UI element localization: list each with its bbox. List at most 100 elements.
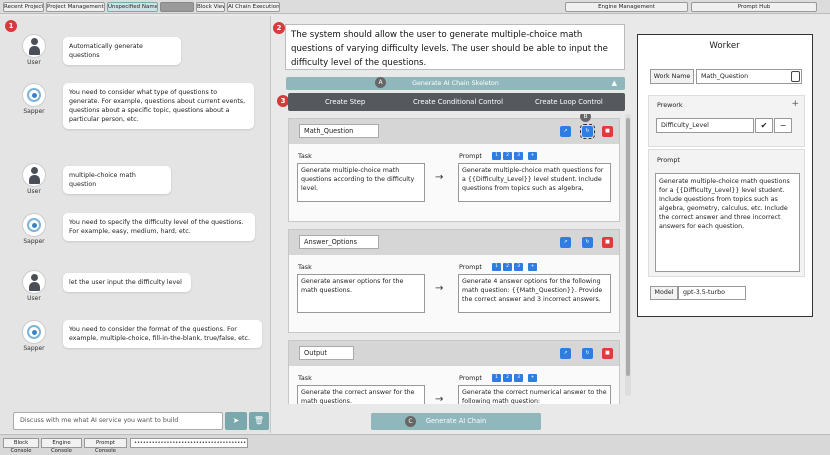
prework-label: Prework — [657, 101, 683, 109]
step-name[interactable]: Math_Question — [299, 124, 379, 138]
prompt-hub-button[interactable]: Prompt Hub — [691, 2, 817, 12]
role-label: Sapper — [23, 108, 45, 115]
prompt-tab[interactable]: 1 — [492, 152, 501, 160]
prompt-tab[interactable]: 3 — [514, 152, 523, 160]
arrow-right-icon: → — [435, 172, 444, 183]
user-avatar — [22, 34, 46, 58]
engine-console-button[interactable]: Engine Console — [41, 438, 82, 454]
add-prompt-button[interactable]: + — [528, 374, 537, 382]
worker-prompt-label: Prompt — [657, 156, 680, 164]
marker-c: C — [405, 416, 416, 427]
user-avatar — [22, 270, 46, 294]
work-name-input[interactable]: Math_Question — [696, 69, 802, 84]
prompt-tab[interactable]: 3 — [514, 263, 523, 271]
chat-message: let the user input the difficulty level — [63, 273, 191, 292]
arrow-right-icon: → — [435, 283, 444, 294]
prompt-tab[interactable]: 1 — [492, 374, 501, 382]
task-input[interactable]: Generate the correct answer for the math… — [297, 385, 425, 404]
recent-projects-button[interactable]: Recent Projects — [3, 2, 44, 12]
task-label: Task — [298, 152, 312, 160]
work-name-label: Work Name — [650, 69, 694, 84]
role-label: User — [27, 188, 41, 195]
chevron-up-icon: ▲ — [611, 79, 617, 87]
prompt-console-button[interactable]: Prompt Console — [84, 438, 127, 454]
skeleton-label: Generate AI Chain Skeleton — [412, 80, 499, 87]
role-label: User — [27, 295, 41, 302]
prompt-tab[interactable]: 2 — [503, 263, 512, 271]
ai-chain-execution-menu[interactable]: AI Chain Execution ▾ — [227, 2, 280, 12]
user-avatar — [22, 163, 46, 187]
create-step-button[interactable]: Create Step — [325, 93, 365, 111]
sapper-avatar — [22, 213, 46, 237]
engine-management-button[interactable]: Engine Management — [565, 2, 688, 12]
add-prompt-button[interactable]: + — [528, 152, 537, 160]
minus-icon[interactable]: − — [774, 118, 792, 133]
steps-list[interactable]: Math_Question ↗ ↻ ■ B Task Generate mult… — [288, 114, 632, 404]
marker-a: A — [375, 77, 386, 88]
prompt-input[interactable]: Generate 4 answer options for the follow… — [458, 274, 611, 313]
sapper-avatar — [22, 83, 46, 107]
task-label: Task — [298, 263, 312, 271]
requirement-text[interactable]: The system should allow the user to gene… — [285, 24, 625, 70]
step-delete-button[interactable]: ■ — [602, 237, 613, 248]
task-input[interactable]: Generate answer options for the math que… — [297, 274, 425, 313]
chat-input[interactable]: Discuss with me what AI service you want… — [13, 412, 223, 430]
control-bar: Create Step Create Conditional Control C… — [288, 93, 625, 111]
create-conditional-button[interactable]: Create Conditional Control — [413, 93, 503, 111]
prompt-input[interactable]: Generate multiple-choice math questions … — [458, 163, 611, 202]
prompt-label: Prompt — [459, 152, 482, 160]
steps-scrollbar[interactable] — [625, 114, 631, 396]
prompt-tab[interactable]: 1 — [492, 263, 501, 271]
step-view-button[interactable]: ↗ — [560, 348, 571, 359]
marker-1: 1 — [5, 20, 17, 32]
create-loop-button[interactable]: Create Loop Control — [535, 93, 603, 111]
model-select[interactable]: gpt-3.5-turbo — [678, 286, 746, 300]
generate-skeleton-button[interactable]: Generate AI Chain Skeleton ▲ — [286, 77, 625, 90]
api-key-field[interactable]: ••••••••••••••••••••••••••••••••••••••••… — [130, 438, 248, 448]
model-label: Model — [650, 286, 678, 300]
step-card: Answer_Options ↗ ↻ ■ Task Generate answe… — [288, 229, 620, 333]
step-delete-button[interactable]: ■ — [602, 348, 613, 359]
step-refresh-button[interactable]: ↻ — [580, 124, 595, 139]
prompt-tab[interactable]: 2 — [503, 152, 512, 160]
prompt-tab[interactable]: 2 — [503, 374, 512, 382]
chat-message: multiple-choice math question — [63, 166, 171, 194]
sapper-avatar — [22, 320, 46, 344]
prompt-tab[interactable]: 3 — [514, 374, 523, 382]
trash-icon[interactable]: 🗑 — [249, 412, 269, 430]
add-prompt-button[interactable]: + — [528, 263, 537, 271]
project-management-menu[interactable]: Project Management ▾ — [46, 2, 105, 12]
work-name-toggle[interactable] — [791, 71, 800, 82]
step-card: Output ↗ ↻ ■ Task Generate the correct a… — [288, 340, 620, 404]
worker-prompt-input[interactable]: Generate multiple-choice math questions … — [655, 173, 800, 272]
task-input[interactable]: Generate multiple-choice math questions … — [297, 163, 425, 202]
role-label: Sapper — [23, 345, 45, 352]
generate-ai-chain-button[interactable]: Generate AI Chain — [371, 413, 541, 430]
block-view-button[interactable]: Block View — [196, 2, 225, 12]
marker-2: 2 — [273, 22, 285, 34]
step-delete-button[interactable]: ■ — [602, 126, 613, 137]
check-icon[interactable]: ✔ — [755, 118, 773, 133]
add-prework-icon[interactable]: + — [791, 99, 799, 109]
step-name[interactable]: Answer_Options — [299, 235, 379, 249]
step-view-button[interactable]: ↗ — [560, 237, 571, 248]
chat-message: You need to consider what type of questi… — [63, 83, 254, 129]
chat-message: Automatically generate questions — [63, 37, 181, 65]
send-icon[interactable]: ➤ — [225, 412, 247, 430]
chat-message: You need to consider the format of the q… — [63, 320, 262, 348]
top-toolbar: Recent Projects Project Management ▾ Uns… — [0, 0, 830, 14]
step-card-header: Output ↗ ↻ ■ — [289, 341, 619, 366]
prework-input[interactable]: Difficulty_Level — [656, 118, 754, 133]
task-label: Task — [298, 374, 312, 382]
prompt-input[interactable]: Generate the correct numerical answer to… — [458, 385, 611, 404]
block-console-button[interactable]: Block Console — [3, 438, 39, 454]
blank-toolbar-button[interactable] — [160, 2, 194, 12]
work-name-value: Math_Question — [701, 73, 749, 80]
project-name-field[interactable]: Unspecified Name — [107, 2, 158, 12]
step-refresh-button[interactable]: ↻ — [582, 348, 593, 359]
step-view-button[interactable]: ↗ — [560, 126, 571, 137]
prompt-label: Prompt — [459, 374, 482, 382]
chat-message: You need to specify the difficulty level… — [63, 213, 255, 241]
step-refresh-button[interactable]: ↻ — [582, 237, 593, 248]
step-name[interactable]: Output — [299, 346, 354, 360]
